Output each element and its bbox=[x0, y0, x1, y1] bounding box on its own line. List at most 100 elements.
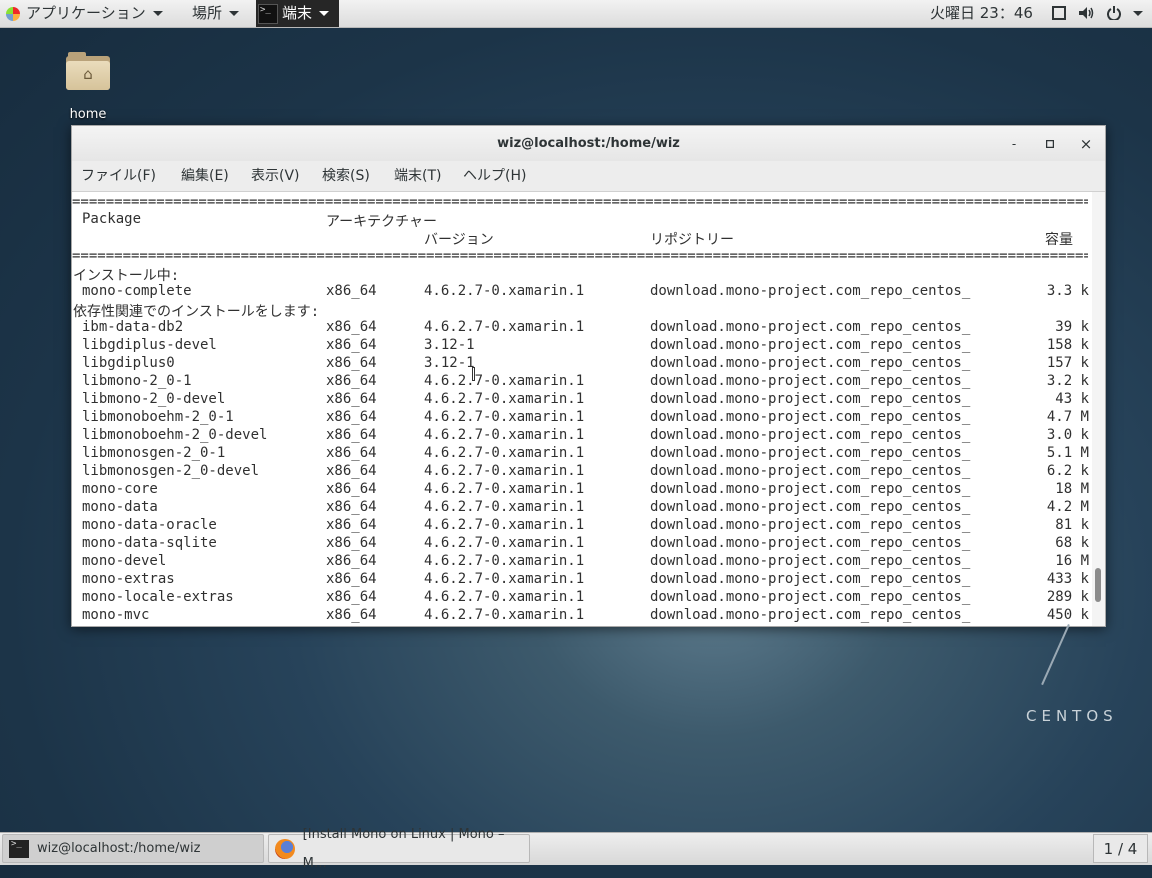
package-repo: download.mono-project.com_repo_centos_ bbox=[650, 463, 971, 479]
menu-view[interactable]: 表示(V) bbox=[251, 161, 300, 191]
package-size: 4.2 M bbox=[1046, 499, 1089, 515]
package-size: 3.0 k bbox=[1046, 427, 1089, 443]
package-size: 4.7 M bbox=[1046, 409, 1089, 425]
package-arch: x86_64 bbox=[326, 589, 377, 605]
package-version: 4.6.2.7-0.xamarin.1 bbox=[424, 427, 585, 443]
package-name: mono-data-sqlite bbox=[82, 535, 217, 551]
package-size: 5.1 M bbox=[1046, 445, 1089, 461]
volume-icon[interactable] bbox=[1077, 4, 1095, 22]
package-repo: download.mono-project.com_repo_centos_ bbox=[650, 499, 971, 515]
places-label: 場所 bbox=[192, 4, 223, 22]
centos-decoration-line bbox=[1041, 624, 1070, 686]
package-version: 4.6.2.7-0.xamarin.1 bbox=[424, 571, 585, 587]
package-arch: x86_64 bbox=[326, 283, 377, 299]
package-name: mono-extras bbox=[82, 571, 175, 587]
menu-edit[interactable]: 編集(E) bbox=[181, 161, 229, 191]
desktop-home-icon[interactable]: ⌂ home bbox=[58, 50, 118, 122]
menu-file[interactable]: ファイル(F) bbox=[81, 161, 156, 191]
menu-search[interactable]: 検索(S) bbox=[322, 161, 370, 191]
chevron-down-icon bbox=[152, 11, 163, 16]
package-arch: x86_64 bbox=[326, 481, 377, 497]
task-terminal-label: wiz@localhost:/home/wiz bbox=[37, 841, 201, 856]
package-name: mono-core bbox=[82, 481, 158, 497]
package-version: 4.6.2.7-0.xamarin.1 bbox=[424, 553, 585, 569]
package-arch: x86_64 bbox=[326, 355, 377, 371]
package-name: libgdiplus0 bbox=[82, 355, 175, 371]
package-repo: download.mono-project.com_repo_centos_ bbox=[650, 553, 971, 569]
firefox-icon bbox=[275, 838, 295, 859]
menubar: ファイル(F) 編集(E) 表示(V) 検索(S) 端末(T) ヘルプ(H) bbox=[72, 161, 1105, 192]
clock[interactable]: 火曜日 23：46 bbox=[930, 0, 1033, 27]
package-name: libmonosgen-2_0-1 bbox=[82, 445, 226, 461]
terminal-output[interactable]: ========================================… bbox=[72, 192, 1092, 626]
package-arch: x86_64 bbox=[326, 499, 377, 515]
package-arch: x86_64 bbox=[326, 445, 377, 461]
package-size: 289 k bbox=[1046, 589, 1089, 605]
terminal-app-menu[interactable]: >_ 端末 bbox=[256, 0, 340, 27]
package-repo: download.mono-project.com_repo_centos_ bbox=[650, 427, 971, 443]
task-firefox[interactable]: [Install Mono on Linux | Mono – M… bbox=[268, 827, 530, 871]
package-version: 3.12-1 bbox=[424, 337, 475, 353]
header-repo: リポジトリー bbox=[650, 232, 734, 248]
package-version: 4.6.2.7-0.xamarin.1 bbox=[424, 481, 585, 497]
power-icon[interactable] bbox=[1105, 4, 1123, 22]
package-size: 3.3 k bbox=[1046, 283, 1089, 299]
package-name: mono-mvc bbox=[82, 607, 150, 623]
workspace-indicator[interactable]: 1 / 4 bbox=[1093, 834, 1148, 863]
package-arch: x86_64 bbox=[326, 391, 377, 407]
minimize-button[interactable]: - bbox=[1004, 134, 1024, 154]
package-name: libmonoboehm-2_0-devel bbox=[82, 427, 268, 443]
menu-terminal[interactable]: 端末(T) bbox=[394, 161, 441, 191]
close-button[interactable]: × bbox=[1076, 134, 1096, 154]
task-firefox-label: [Install Mono on Linux | Mono – M… bbox=[302, 826, 505, 871]
menu-help[interactable]: ヘルプ(H) bbox=[463, 161, 526, 191]
package-version: 4.6.2.7-0.xamarin.1 bbox=[424, 283, 585, 299]
package-size: 39 k bbox=[1055, 319, 1089, 335]
header-size: 容量 bbox=[1045, 232, 1073, 248]
package-arch: x86_64 bbox=[326, 517, 377, 533]
package-arch: x86_64 bbox=[326, 535, 377, 551]
scrollbar[interactable] bbox=[1092, 192, 1105, 626]
chevron-down-icon[interactable] bbox=[1133, 11, 1143, 16]
task-terminal[interactable]: >_ wiz@localhost:/home/wiz bbox=[2, 834, 264, 863]
package-version: 4.6.2.7-0.xamarin.1 bbox=[424, 445, 585, 461]
package-size: 81 k bbox=[1055, 517, 1089, 533]
package-name: mono-data-oracle bbox=[82, 517, 217, 533]
package-repo: download.mono-project.com_repo_centos_ bbox=[650, 481, 971, 497]
section-installing: インストール中: bbox=[73, 268, 180, 284]
titlebar[interactable]: wiz@localhost:/home/wiz - × bbox=[72, 126, 1105, 161]
header-package: Package bbox=[82, 211, 142, 227]
package-size: 158 k bbox=[1046, 337, 1089, 353]
applications-menu[interactable]: アプリケーション bbox=[6, 0, 163, 27]
package-version: 4.6.2.7-0.xamarin.1 bbox=[424, 517, 585, 533]
home-folder-icon: ⌂ bbox=[66, 52, 110, 90]
package-name: libmono-2_0-1 bbox=[82, 373, 192, 389]
maximize-button[interactable] bbox=[1040, 134, 1060, 154]
package-size: 68 k bbox=[1055, 535, 1089, 551]
package-version: 3.12-1 bbox=[424, 355, 475, 371]
scrollbar-thumb[interactable] bbox=[1095, 568, 1101, 602]
places-menu[interactable]: 場所 bbox=[192, 0, 240, 27]
package-arch: x86_64 bbox=[326, 409, 377, 425]
package-arch: x86_64 bbox=[326, 337, 377, 353]
package-version: 4.6.2.7-0.xamarin.1 bbox=[424, 607, 585, 623]
window-icon[interactable] bbox=[1050, 4, 1068, 22]
separator-line: ========================================… bbox=[72, 194, 1088, 210]
terminal-icon: >_ bbox=[9, 839, 29, 858]
package-repo: download.mono-project.com_repo_centos_ bbox=[650, 589, 971, 605]
package-version: 4.6.2.7-0.xamarin.1 bbox=[424, 535, 585, 551]
package-repo: download.mono-project.com_repo_centos_ bbox=[650, 337, 971, 353]
package-size: 433 k bbox=[1046, 571, 1089, 587]
package-size: 18 M bbox=[1055, 481, 1089, 497]
package-version: 4.6.2.7-0.xamarin.1 bbox=[424, 391, 585, 407]
package-repo: download.mono-project.com_repo_centos_ bbox=[650, 283, 971, 299]
package-repo: download.mono-project.com_repo_centos_ bbox=[650, 355, 971, 371]
package-repo: download.mono-project.com_repo_centos_ bbox=[650, 373, 971, 389]
header-version: バージョン bbox=[424, 232, 494, 248]
package-repo: download.mono-project.com_repo_centos_ bbox=[650, 535, 971, 551]
chevron-down-icon bbox=[319, 11, 330, 16]
package-size: 6.2 k bbox=[1046, 463, 1089, 479]
package-name: mono-devel bbox=[82, 553, 167, 569]
package-arch: x86_64 bbox=[326, 319, 377, 335]
top-panel: アプリケーション 場所 >_ 端末 火曜日 23：46 bbox=[0, 0, 1152, 28]
